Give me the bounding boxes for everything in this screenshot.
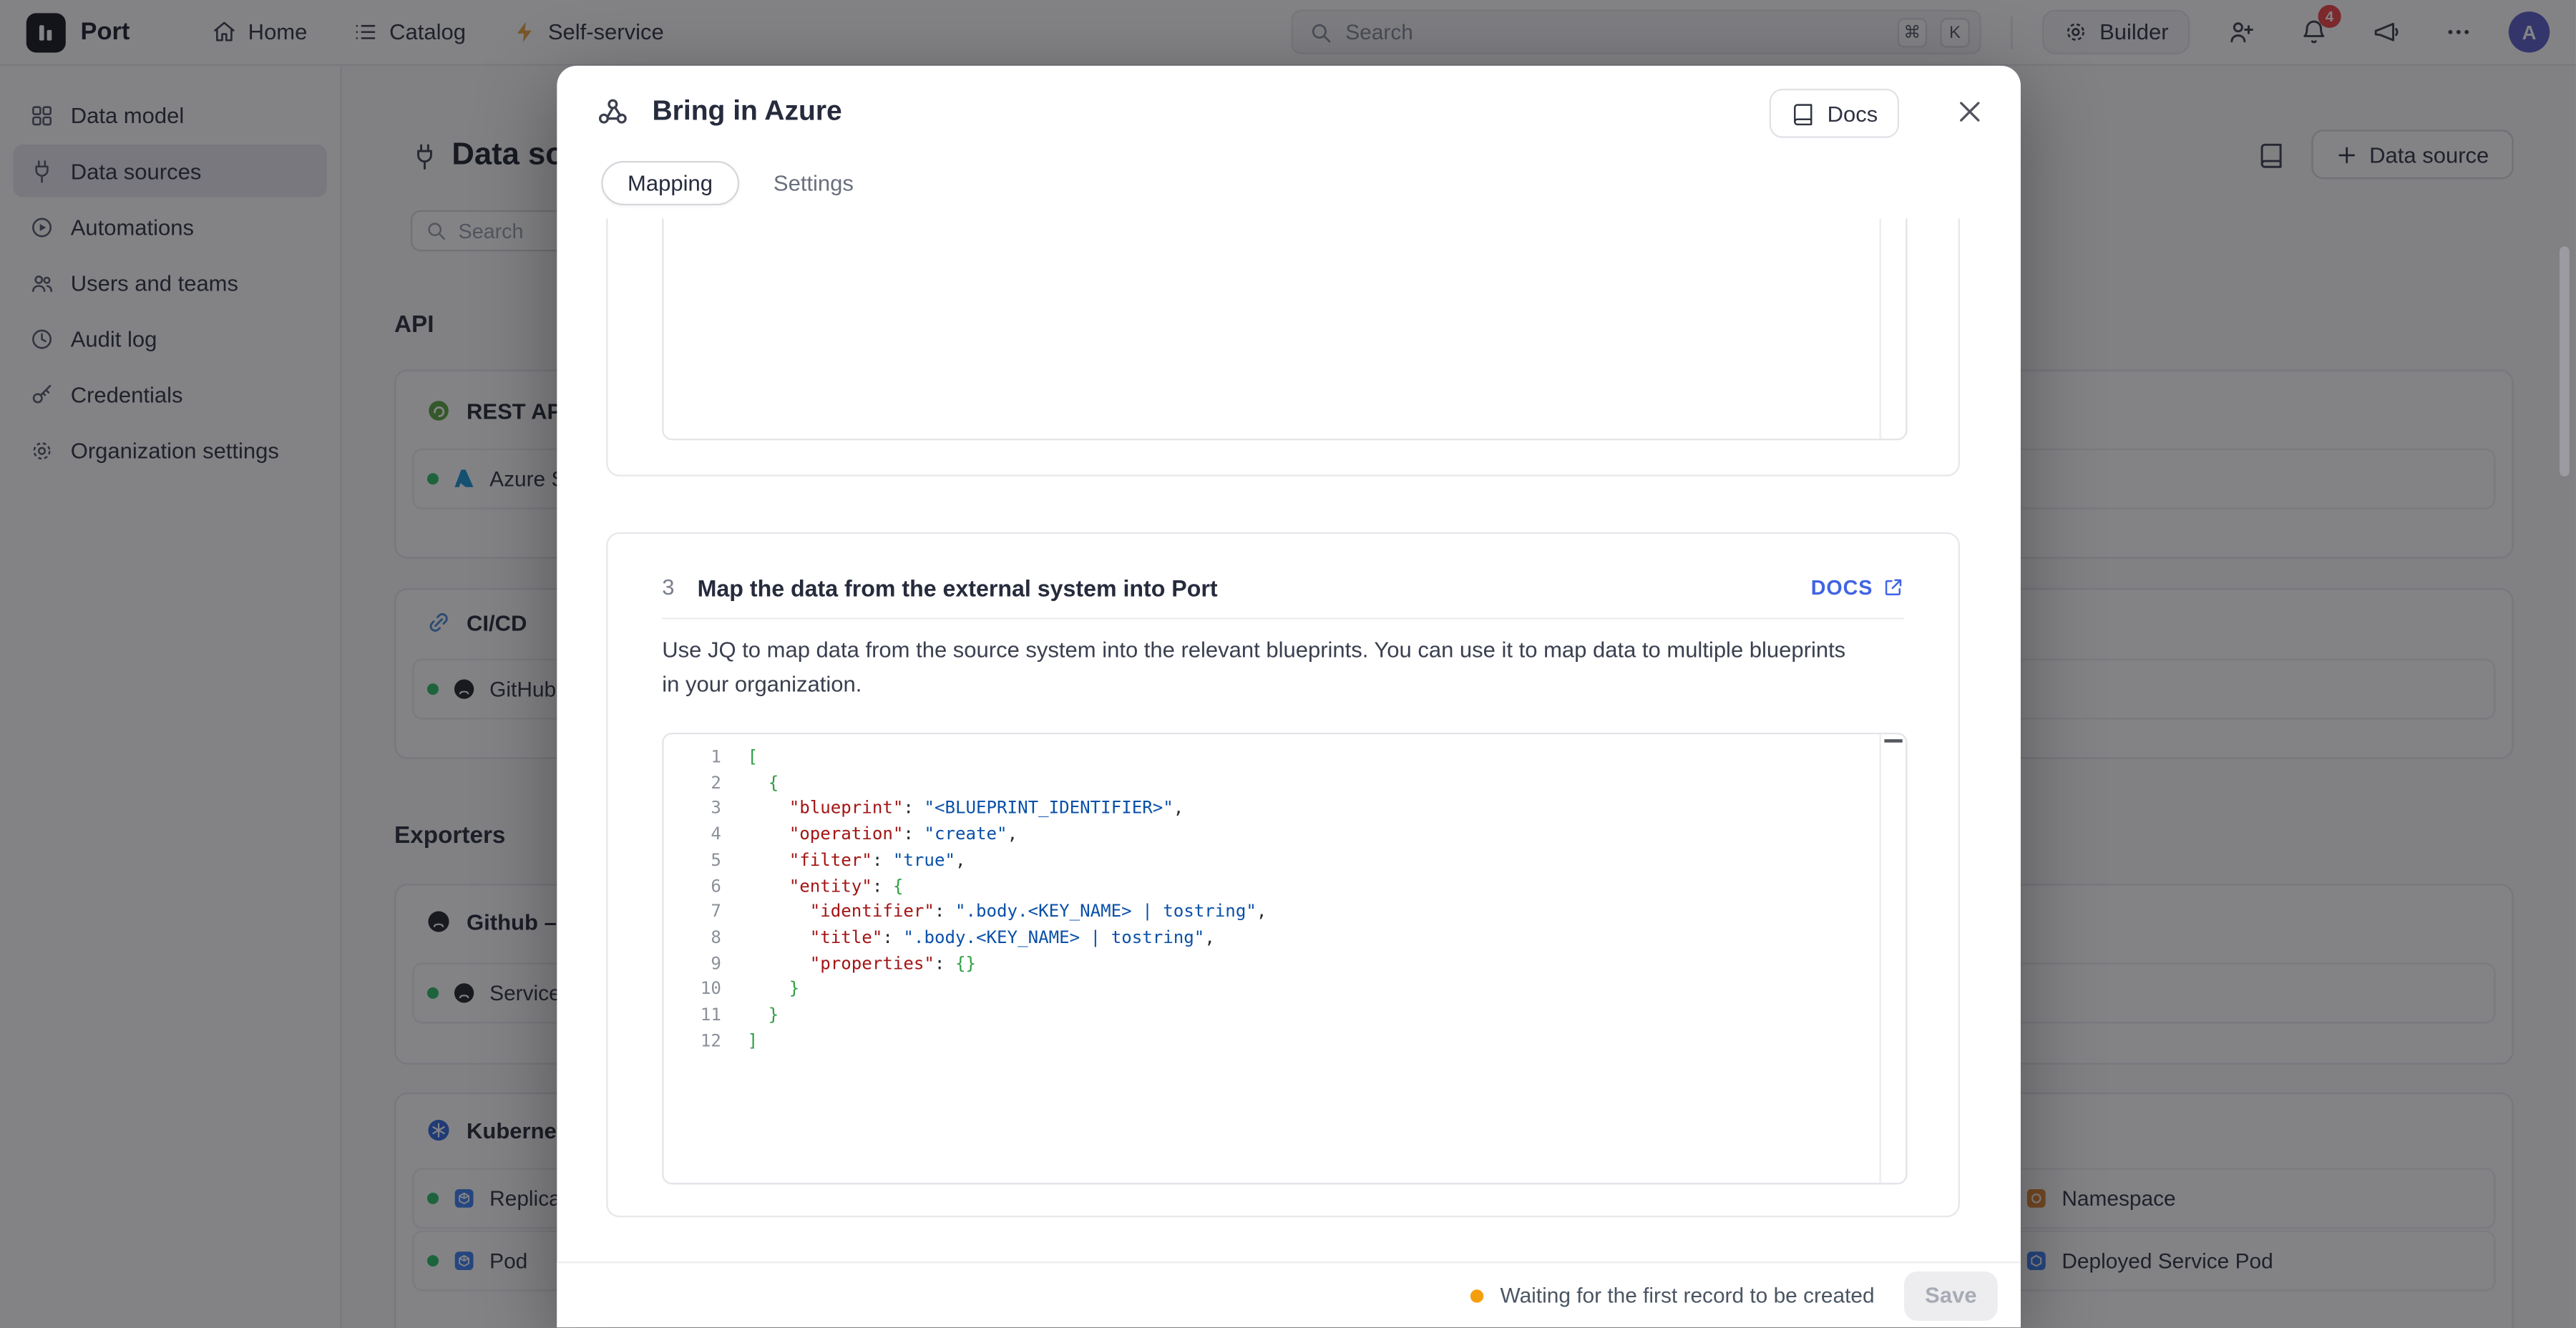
- docs-button-label: Docs: [1828, 101, 1878, 125]
- editor-line-numbers: 123456789101112: [664, 734, 736, 1183]
- docs-link[interactable]: DOCS: [1811, 576, 1904, 599]
- line-number: 5: [664, 849, 721, 875]
- code-line[interactable]: "operation": "create",: [748, 823, 1876, 849]
- save-button[interactable]: Save: [1904, 1271, 1998, 1320]
- line-number: 2: [664, 771, 721, 797]
- modal-tabs: Mapping Settings: [601, 157, 878, 207]
- code-line[interactable]: }: [748, 1004, 1876, 1030]
- line-number: 6: [664, 875, 721, 901]
- close-icon[interactable]: [1955, 97, 1984, 126]
- step-number: 3: [662, 575, 674, 600]
- line-number: 8: [664, 927, 721, 952]
- line-number: 1: [664, 746, 721, 771]
- page-scrollbar-thumb[interactable]: [2560, 246, 2570, 476]
- step-card-mapping: 3 Map the data from the external system …: [606, 532, 1960, 1217]
- bring-in-azure-modal: Bring in Azure Docs Mapping Settings: [557, 66, 2021, 1327]
- modal-footer: Waiting for the first record to be creat…: [557, 1261, 2021, 1327]
- editor-minimap: [1880, 218, 1906, 439]
- step-card-partial: [606, 218, 1960, 476]
- webhook-icon: [596, 95, 629, 128]
- code-line[interactable]: "properties": {}: [748, 952, 1876, 978]
- editor-minimap: [1880, 734, 1906, 1183]
- code-line[interactable]: }: [748, 978, 1876, 1004]
- code-line[interactable]: "identifier": ".body.<KEY_NAME> | tostri…: [748, 901, 1876, 927]
- step-description: Use JQ to map data from the source syste…: [662, 633, 1861, 701]
- waiting-status-dot: [1470, 1289, 1483, 1302]
- line-number: 7: [664, 901, 721, 927]
- line-number: 12: [664, 1030, 721, 1055]
- code-line[interactable]: "filter": "true",: [748, 849, 1876, 875]
- code-line[interactable]: "title": ".body.<KEY_NAME> | tostring",: [748, 927, 1876, 952]
- code-line[interactable]: {: [748, 771, 1876, 797]
- step-title: Map the data from the external system in…: [698, 574, 1218, 600]
- modal-title: Bring in Azure: [652, 95, 841, 128]
- line-number: 11: [664, 1004, 721, 1030]
- line-number: 9: [664, 952, 721, 978]
- tab-mapping[interactable]: Mapping: [601, 160, 738, 205]
- code-editor-partial[interactable]: [662, 218, 1907, 440]
- line-number: 3: [664, 797, 721, 823]
- code-line[interactable]: [: [748, 746, 1876, 771]
- mapping-code-editor[interactable]: 123456789101112 [ { "blueprint": "<BLUEP…: [662, 733, 1907, 1184]
- modal-header: Bring in Azure Docs: [557, 66, 2021, 158]
- screen: Port Home Catalog Self-service Search ⌘ …: [0, 0, 2576, 1328]
- code-line[interactable]: "entity": {: [748, 875, 1876, 901]
- book-icon: [1791, 101, 1815, 125]
- modal-scroll-area[interactable]: 3 Map the data from the external system …: [557, 218, 2021, 1261]
- minimap-mark: [1884, 739, 1902, 743]
- code-line[interactable]: ]: [748, 1030, 1876, 1055]
- editor-code[interactable]: [ { "blueprint": "<BLUEPRINT_IDENTIFIER>…: [748, 746, 1876, 1055]
- line-number: 4: [664, 823, 721, 849]
- code-line[interactable]: "blueprint": "<BLUEPRINT_IDENTIFIER>",: [748, 797, 1876, 823]
- docs-button[interactable]: Docs: [1770, 89, 1899, 138]
- waiting-status-text: Waiting for the first record to be creat…: [1501, 1283, 1875, 1307]
- line-number: 10: [664, 978, 721, 1004]
- step-header: 3 Map the data from the external system …: [662, 557, 1904, 619]
- docs-link-label: DOCS: [1811, 576, 1873, 599]
- tab-settings[interactable]: Settings: [748, 162, 878, 202]
- external-link-icon: [1883, 577, 1904, 598]
